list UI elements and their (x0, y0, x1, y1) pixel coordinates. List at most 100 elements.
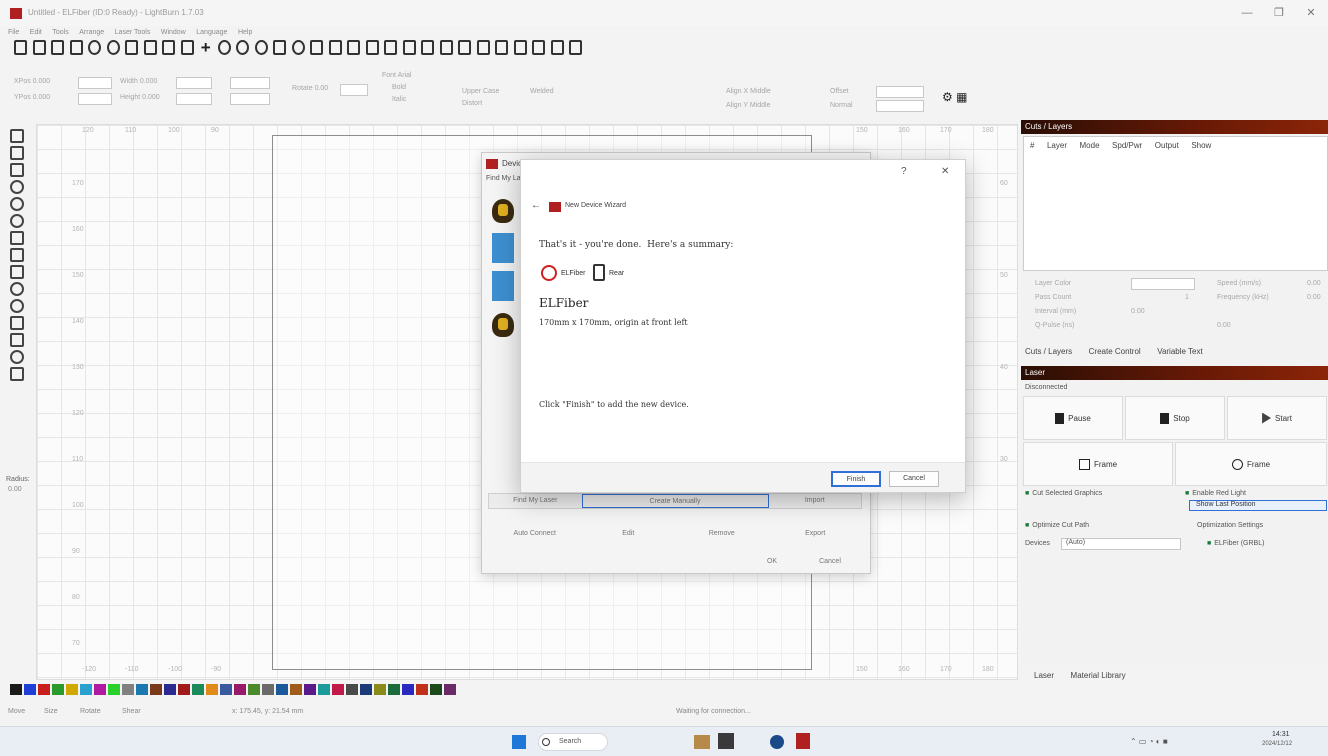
start-menu-icon[interactable] (512, 735, 526, 749)
device-select[interactable]: ELFiber (GRBL) (1207, 540, 1264, 547)
palette-swatch[interactable] (430, 684, 442, 695)
show-last-position-checkbox[interactable]: Show Last Position (1189, 500, 1327, 511)
open-file-icon[interactable] (32, 40, 46, 55)
tab-create-control[interactable]: Create Control (1089, 347, 1141, 356)
optimize-cut-path-checkbox[interactable]: Optimize Cut Path (1025, 522, 1089, 529)
star-icon[interactable] (347, 40, 361, 55)
settings-icon[interactable] (88, 40, 102, 55)
dock-icon[interactable] (495, 40, 509, 55)
pen-tool-icon[interactable] (10, 146, 24, 160)
palette-swatch[interactable] (150, 684, 162, 695)
palette-swatch[interactable] (38, 684, 50, 695)
edit-nodes-icon[interactable] (10, 265, 24, 279)
optimization-settings-button[interactable]: Optimization Settings (1197, 522, 1263, 529)
pause-button[interactable]: Pause (1023, 396, 1123, 440)
palette-swatch[interactable] (66, 684, 78, 695)
help-button[interactable]: ? (901, 166, 907, 177)
palette-swatch[interactable] (402, 684, 414, 695)
menu-help[interactable]: Help (238, 29, 252, 36)
palette-swatch[interactable] (304, 684, 316, 695)
palette-swatch[interactable] (52, 684, 64, 695)
device-settings-icon[interactable] (106, 40, 120, 55)
tab-material-library[interactable]: Material Library (1071, 671, 1126, 680)
tools-icon[interactable] (328, 40, 342, 55)
device-thumb-2[interactable] (492, 271, 514, 301)
move-icon[interactable]: + (199, 39, 212, 56)
clock-time[interactable]: 14:31 (1272, 731, 1290, 738)
status-size[interactable]: Size (44, 708, 58, 715)
auto-connect-button[interactable]: Auto Connect (488, 527, 582, 541)
palette-swatch[interactable] (346, 684, 358, 695)
back-button[interactable]: ← (531, 200, 541, 211)
palette-swatch[interactable] (276, 684, 288, 695)
export-button[interactable]: Export (769, 527, 863, 541)
group-icon[interactable] (365, 40, 379, 55)
col-layer[interactable]: Layer (1047, 141, 1067, 150)
device-logo-icon[interactable] (492, 199, 514, 223)
palette-swatch[interactable] (94, 684, 106, 695)
minimize-button[interactable]: — (1232, 4, 1262, 22)
file-explorer-icon[interactable] (694, 735, 710, 749)
palette-swatch[interactable] (108, 684, 120, 695)
col-show[interactable]: Show (1191, 141, 1211, 150)
device-logo-icon-2[interactable] (492, 313, 514, 337)
palette-swatch[interactable] (164, 684, 176, 695)
palette-swatch[interactable] (136, 684, 148, 695)
ypos-input[interactable] (78, 93, 112, 105)
palette-swatch[interactable] (444, 684, 456, 695)
polygon-tool-icon[interactable] (10, 197, 24, 211)
maximize-button[interactable]: ❐ (1264, 4, 1294, 22)
zoom-fit-icon[interactable] (254, 40, 268, 55)
height-percent-input[interactable] (230, 93, 270, 105)
palette-swatch[interactable] (318, 684, 330, 695)
frame-icon[interactable] (291, 40, 305, 55)
distribute-icon[interactable] (476, 40, 490, 55)
edit-button[interactable]: Edit (582, 527, 676, 541)
copy-icon[interactable] (143, 40, 157, 55)
stop-button[interactable]: Stop (1125, 396, 1225, 440)
status-shear[interactable]: Shear (122, 708, 141, 715)
palette-swatch[interactable] (220, 684, 232, 695)
devices-cancel-button[interactable]: Cancel (806, 555, 854, 569)
offset-tool-icon[interactable] (10, 299, 24, 313)
pass-count-value[interactable]: 1 (1185, 294, 1189, 301)
width-percent-input[interactable] (230, 77, 270, 89)
palette-swatch[interactable] (234, 684, 246, 695)
terminal-icon[interactable] (718, 733, 734, 749)
col-output[interactable]: Output (1155, 141, 1179, 150)
palette-swatch[interactable] (178, 684, 190, 695)
mirror-v-icon[interactable] (421, 40, 435, 55)
menu-laser-tools[interactable]: Laser Tools (115, 29, 151, 36)
interval-value[interactable]: 0.00 (1131, 308, 1145, 315)
status-move[interactable]: Move (8, 708, 25, 715)
ellipse-tool-icon[interactable] (10, 180, 24, 194)
text-tool-icon[interactable] (10, 248, 24, 262)
start-button[interactable]: Start (1227, 396, 1327, 440)
palette-swatch[interactable] (416, 684, 428, 695)
palette-swatch[interactable] (332, 684, 344, 695)
palette-swatch[interactable] (80, 684, 92, 695)
bold-checkbox[interactable]: Bold (392, 84, 406, 91)
wizard-close-button[interactable]: ✕ (941, 166, 949, 177)
tab-create-manually[interactable]: Create Manually (581, 494, 769, 508)
zoom-page-icon[interactable] (273, 40, 287, 55)
height-input[interactable] (176, 93, 212, 105)
cut-selected-checkbox[interactable]: Cut Selected Graphics (1025, 490, 1102, 497)
close-button[interactable]: ✕ (1296, 4, 1326, 22)
palette-swatch[interactable] (122, 684, 134, 695)
cut-icon[interactable] (125, 40, 139, 55)
weld-icon[interactable] (532, 40, 546, 55)
remove-button[interactable]: Remove (675, 527, 769, 541)
array-icon[interactable] (569, 40, 583, 55)
distort-checkbox[interactable]: Distort (462, 100, 482, 107)
palette-swatch[interactable] (10, 684, 22, 695)
normal-dropdown[interactable] (876, 100, 924, 112)
palette-swatch[interactable] (388, 684, 400, 695)
mirror-h-icon[interactable] (402, 40, 416, 55)
position-tool-icon[interactable] (10, 231, 24, 245)
grid-icon[interactable] (550, 40, 564, 55)
offset-input[interactable] (876, 86, 924, 98)
tab-tool-icon[interactable] (10, 282, 24, 296)
circular-array-icon[interactable] (10, 350, 24, 364)
tray-icons[interactable]: ⌃ ▭ ◔ ◐ ■ (1130, 737, 1168, 746)
